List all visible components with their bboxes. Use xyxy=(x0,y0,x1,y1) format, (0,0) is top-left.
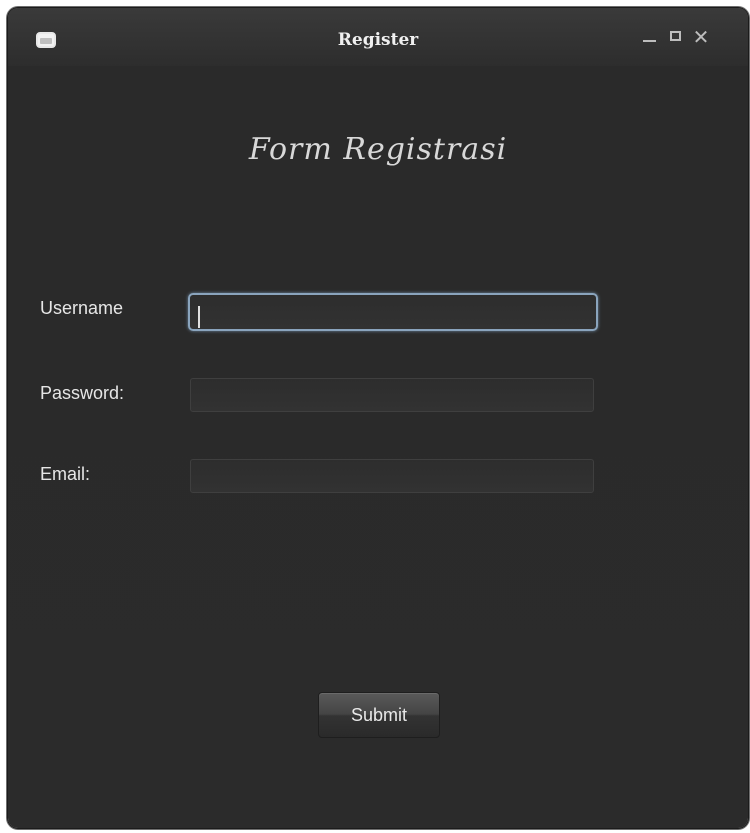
title-bar[interactable]: Register ✕ xyxy=(8,8,748,66)
form-heading: Form Registrasi xyxy=(248,132,508,167)
close-icon[interactable]: ✕ xyxy=(690,26,712,48)
submit-button[interactable]: Submit xyxy=(318,692,440,738)
username-input[interactable] xyxy=(188,293,598,331)
text-caret xyxy=(198,306,200,328)
email-input[interactable] xyxy=(190,459,594,493)
register-window: Register ✕ Form Registrasi Username Pass… xyxy=(8,8,748,828)
password-label: Password: xyxy=(40,383,125,403)
minimize-icon[interactable] xyxy=(639,26,661,48)
maximize-icon[interactable] xyxy=(666,26,688,48)
email-label: Email: xyxy=(40,464,91,484)
password-input[interactable] xyxy=(190,378,594,412)
window-title: Register xyxy=(337,30,419,50)
username-label: Username xyxy=(40,298,124,318)
